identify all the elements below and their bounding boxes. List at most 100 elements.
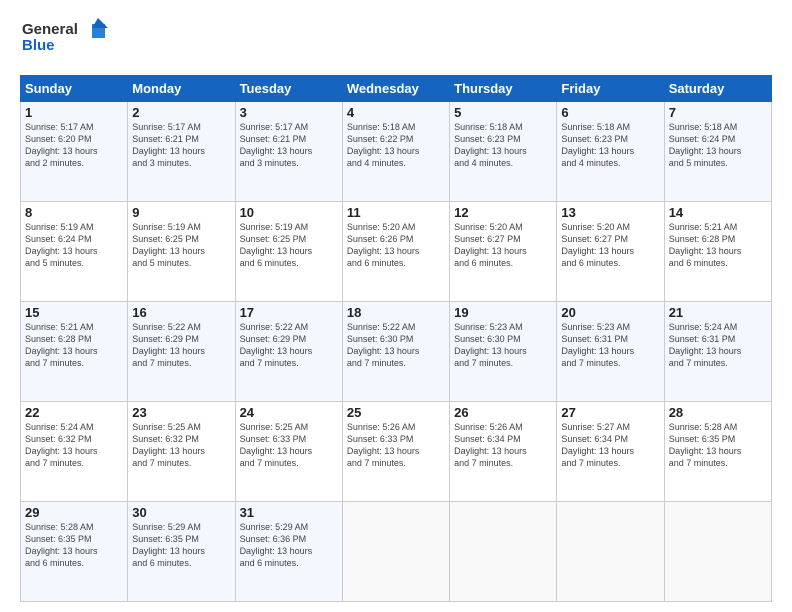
- calendar-cell: 9Sunrise: 5:19 AM Sunset: 6:25 PM Daylig…: [128, 202, 235, 302]
- day-number: 21: [669, 305, 767, 320]
- day-number: 28: [669, 405, 767, 420]
- col-header-saturday: Saturday: [664, 76, 771, 102]
- day-number: 3: [240, 105, 338, 120]
- calendar-cell: 12Sunrise: 5:20 AM Sunset: 6:27 PM Dayli…: [450, 202, 557, 302]
- calendar-cell: 17Sunrise: 5:22 AM Sunset: 6:29 PM Dayli…: [235, 302, 342, 402]
- calendar-cell: 16Sunrise: 5:22 AM Sunset: 6:29 PM Dayli…: [128, 302, 235, 402]
- day-info: Sunrise: 5:22 AM Sunset: 6:29 PM Dayligh…: [240, 321, 338, 370]
- calendar-cell: 28Sunrise: 5:28 AM Sunset: 6:35 PM Dayli…: [664, 402, 771, 502]
- day-info: Sunrise: 5:19 AM Sunset: 6:24 PM Dayligh…: [25, 221, 123, 270]
- calendar-cell: 10Sunrise: 5:19 AM Sunset: 6:25 PM Dayli…: [235, 202, 342, 302]
- calendar-cell: 22Sunrise: 5:24 AM Sunset: 6:32 PM Dayli…: [21, 402, 128, 502]
- calendar-cell: 5Sunrise: 5:18 AM Sunset: 6:23 PM Daylig…: [450, 102, 557, 202]
- calendar-week-row: 15Sunrise: 5:21 AM Sunset: 6:28 PM Dayli…: [21, 302, 772, 402]
- day-info: Sunrise: 5:24 AM Sunset: 6:31 PM Dayligh…: [669, 321, 767, 370]
- day-info: Sunrise: 5:18 AM Sunset: 6:22 PM Dayligh…: [347, 121, 445, 170]
- day-info: Sunrise: 5:21 AM Sunset: 6:28 PM Dayligh…: [25, 321, 123, 370]
- day-info: Sunrise: 5:28 AM Sunset: 6:35 PM Dayligh…: [25, 521, 123, 570]
- calendar-cell: [450, 502, 557, 602]
- day-info: Sunrise: 5:21 AM Sunset: 6:28 PM Dayligh…: [669, 221, 767, 270]
- day-info: Sunrise: 5:17 AM Sunset: 6:20 PM Dayligh…: [25, 121, 123, 170]
- calendar-week-row: 29Sunrise: 5:28 AM Sunset: 6:35 PM Dayli…: [21, 502, 772, 602]
- day-number: 4: [347, 105, 445, 120]
- calendar-cell: 14Sunrise: 5:21 AM Sunset: 6:28 PM Dayli…: [664, 202, 771, 302]
- calendar-cell: [342, 502, 449, 602]
- calendar-table: SundayMondayTuesdayWednesdayThursdayFrid…: [20, 75, 772, 602]
- day-number: 15: [25, 305, 123, 320]
- calendar-cell: 4Sunrise: 5:18 AM Sunset: 6:22 PM Daylig…: [342, 102, 449, 202]
- day-info: Sunrise: 5:28 AM Sunset: 6:35 PM Dayligh…: [669, 421, 767, 470]
- day-info: Sunrise: 5:18 AM Sunset: 6:23 PM Dayligh…: [454, 121, 552, 170]
- calendar-cell: 25Sunrise: 5:26 AM Sunset: 6:33 PM Dayli…: [342, 402, 449, 502]
- calendar-header-row: SundayMondayTuesdayWednesdayThursdayFrid…: [21, 76, 772, 102]
- day-number: 11: [347, 205, 445, 220]
- col-header-tuesday: Tuesday: [235, 76, 342, 102]
- day-info: Sunrise: 5:26 AM Sunset: 6:34 PM Dayligh…: [454, 421, 552, 470]
- day-number: 13: [561, 205, 659, 220]
- day-number: 24: [240, 405, 338, 420]
- day-number: 16: [132, 305, 230, 320]
- calendar-cell: 21Sunrise: 5:24 AM Sunset: 6:31 PM Dayli…: [664, 302, 771, 402]
- day-info: Sunrise: 5:24 AM Sunset: 6:32 PM Dayligh…: [25, 421, 123, 470]
- calendar-cell: 26Sunrise: 5:26 AM Sunset: 6:34 PM Dayli…: [450, 402, 557, 502]
- day-number: 1: [25, 105, 123, 120]
- day-number: 22: [25, 405, 123, 420]
- day-info: Sunrise: 5:22 AM Sunset: 6:30 PM Dayligh…: [347, 321, 445, 370]
- day-info: Sunrise: 5:20 AM Sunset: 6:27 PM Dayligh…: [561, 221, 659, 270]
- logo-content: General Blue: [20, 16, 110, 65]
- day-number: 25: [347, 405, 445, 420]
- logo-icon: General Blue: [20, 16, 110, 60]
- day-number: 27: [561, 405, 659, 420]
- calendar-cell: 3Sunrise: 5:17 AM Sunset: 6:21 PM Daylig…: [235, 102, 342, 202]
- calendar-cell: 29Sunrise: 5:28 AM Sunset: 6:35 PM Dayli…: [21, 502, 128, 602]
- day-number: 10: [240, 205, 338, 220]
- day-number: 23: [132, 405, 230, 420]
- calendar-cell: 20Sunrise: 5:23 AM Sunset: 6:31 PM Dayli…: [557, 302, 664, 402]
- calendar-week-row: 8Sunrise: 5:19 AM Sunset: 6:24 PM Daylig…: [21, 202, 772, 302]
- calendar-cell: 15Sunrise: 5:21 AM Sunset: 6:28 PM Dayli…: [21, 302, 128, 402]
- calendar-cell: 24Sunrise: 5:25 AM Sunset: 6:33 PM Dayli…: [235, 402, 342, 502]
- calendar-cell: 1Sunrise: 5:17 AM Sunset: 6:20 PM Daylig…: [21, 102, 128, 202]
- day-info: Sunrise: 5:18 AM Sunset: 6:24 PM Dayligh…: [669, 121, 767, 170]
- calendar-cell: 23Sunrise: 5:25 AM Sunset: 6:32 PM Dayli…: [128, 402, 235, 502]
- calendar-cell: 19Sunrise: 5:23 AM Sunset: 6:30 PM Dayli…: [450, 302, 557, 402]
- day-info: Sunrise: 5:23 AM Sunset: 6:31 PM Dayligh…: [561, 321, 659, 370]
- day-info: Sunrise: 5:22 AM Sunset: 6:29 PM Dayligh…: [132, 321, 230, 370]
- day-info: Sunrise: 5:25 AM Sunset: 6:32 PM Dayligh…: [132, 421, 230, 470]
- day-info: Sunrise: 5:19 AM Sunset: 6:25 PM Dayligh…: [240, 221, 338, 270]
- col-header-thursday: Thursday: [450, 76, 557, 102]
- calendar-cell: 11Sunrise: 5:20 AM Sunset: 6:26 PM Dayli…: [342, 202, 449, 302]
- calendar-cell: 13Sunrise: 5:20 AM Sunset: 6:27 PM Dayli…: [557, 202, 664, 302]
- day-info: Sunrise: 5:20 AM Sunset: 6:26 PM Dayligh…: [347, 221, 445, 270]
- day-number: 20: [561, 305, 659, 320]
- calendar-cell: [557, 502, 664, 602]
- day-info: Sunrise: 5:18 AM Sunset: 6:23 PM Dayligh…: [561, 121, 659, 170]
- day-number: 31: [240, 505, 338, 520]
- day-number: 8: [25, 205, 123, 220]
- calendar-cell: 27Sunrise: 5:27 AM Sunset: 6:34 PM Dayli…: [557, 402, 664, 502]
- day-number: 26: [454, 405, 552, 420]
- col-header-wednesday: Wednesday: [342, 76, 449, 102]
- calendar-week-row: 1Sunrise: 5:17 AM Sunset: 6:20 PM Daylig…: [21, 102, 772, 202]
- header: General Blue: [20, 16, 772, 65]
- day-number: 5: [454, 105, 552, 120]
- day-number: 18: [347, 305, 445, 320]
- day-info: Sunrise: 5:29 AM Sunset: 6:36 PM Dayligh…: [240, 521, 338, 570]
- day-info: Sunrise: 5:26 AM Sunset: 6:33 PM Dayligh…: [347, 421, 445, 470]
- day-info: Sunrise: 5:23 AM Sunset: 6:30 PM Dayligh…: [454, 321, 552, 370]
- col-header-monday: Monday: [128, 76, 235, 102]
- calendar-cell: 31Sunrise: 5:29 AM Sunset: 6:36 PM Dayli…: [235, 502, 342, 602]
- calendar-cell: 2Sunrise: 5:17 AM Sunset: 6:21 PM Daylig…: [128, 102, 235, 202]
- day-number: 29: [25, 505, 123, 520]
- page: General Blue SundayMondayTuesdayWednesda…: [0, 0, 792, 612]
- day-number: 30: [132, 505, 230, 520]
- day-number: 7: [669, 105, 767, 120]
- day-number: 17: [240, 305, 338, 320]
- calendar-cell: 7Sunrise: 5:18 AM Sunset: 6:24 PM Daylig…: [664, 102, 771, 202]
- day-info: Sunrise: 5:17 AM Sunset: 6:21 PM Dayligh…: [132, 121, 230, 170]
- day-info: Sunrise: 5:25 AM Sunset: 6:33 PM Dayligh…: [240, 421, 338, 470]
- calendar-cell: 18Sunrise: 5:22 AM Sunset: 6:30 PM Dayli…: [342, 302, 449, 402]
- logo: General Blue: [20, 16, 110, 65]
- svg-text:Blue: Blue: [22, 37, 55, 54]
- day-number: 12: [454, 205, 552, 220]
